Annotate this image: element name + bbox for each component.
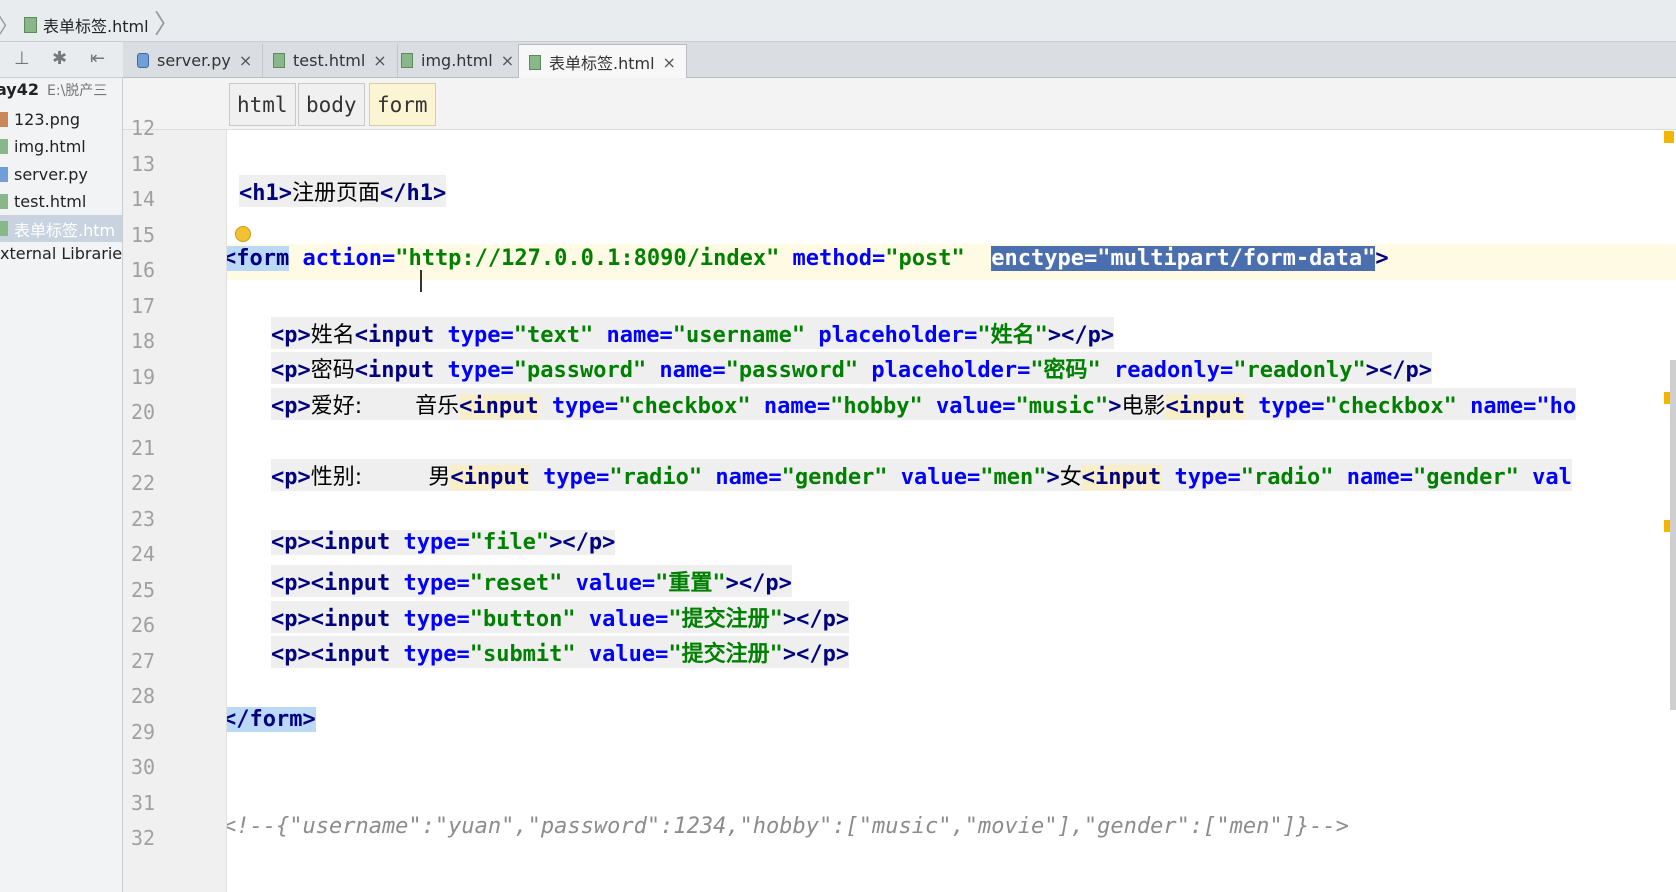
html-file-icon <box>401 53 413 68</box>
python-file-icon <box>0 167 8 182</box>
line-number: 17 <box>131 293 156 318</box>
line-number: 29 <box>131 719 156 744</box>
code-line-29: </form> <box>227 707 316 732</box>
line-number: 27 <box>131 648 156 673</box>
text-cursor <box>420 270 422 292</box>
line-number: 30 <box>131 755 156 779</box>
html-file-icon <box>0 194 8 209</box>
tag-form[interactable]: form <box>369 83 436 126</box>
line-number: 19 <box>131 364 156 389</box>
chevron-right-icon: 〉 <box>0 14 18 38</box>
lightbulb-icon[interactable] <box>235 226 251 242</box>
code-line-20: <p>爱好: 音乐<input type="checkbox" name="ho… <box>271 388 1577 420</box>
close-icon[interactable]: × <box>373 51 386 70</box>
file-item-123-png[interactable]: 123.png <box>0 106 122 133</box>
tab-test-html[interactable]: test.html × <box>263 44 398 77</box>
line-gutter: 12 13 14 15 16 17 18 19 20 21 22 23 24 25 26 27 28 29 30 31… <box>123 116 227 892</box>
tab-label: 表单标签.html <box>549 54 655 73</box>
editor-tabs: server.py × test.html × img.html × 表单标签.… <box>123 42 1676 79</box>
autoscroll-icon[interactable]: ⇤ <box>90 48 105 69</box>
code-line-24: <p><input type="file"></p> <box>271 530 616 555</box>
file-item-form-tags-html[interactable]: 表单标签.htm <box>0 215 122 242</box>
image-file-icon <box>0 112 8 127</box>
close-icon[interactable]: × <box>239 51 252 70</box>
tag-path-bar: html body form <box>123 78 1676 130</box>
code-line-18: <p>姓名<input type="text" name="username" … <box>271 317 1115 349</box>
line-number: 25 <box>131 577 156 602</box>
tab-img-html[interactable]: img.html × <box>391 44 526 77</box>
code-line-22: <p>性别: 男<input type="radio" name="gender… <box>271 459 1572 491</box>
external-libraries[interactable]: xternal Librarie <box>0 244 122 263</box>
file-label: server.py <box>14 165 88 184</box>
code-line-32: <!--{"username":"yuan","password":1234,"… <box>227 814 1349 839</box>
line-number: 20 <box>131 400 156 424</box>
file-label: img.html <box>14 137 86 156</box>
file-item-test-html[interactable]: test.html <box>0 188 122 215</box>
tab-form-tags-html[interactable]: 表单标签.html × <box>518 44 687 79</box>
scrollbar[interactable] <box>1670 360 1676 710</box>
code-line-19: <p>密码<input type="password" name="passwo… <box>271 352 1432 384</box>
project-toolbar: ⊥ ✱ ⇤ <box>0 42 123 78</box>
tag-html[interactable]: html <box>229 83 296 126</box>
breadcrumb-file[interactable]: 表单标签.html <box>43 13 149 37</box>
project-name: ay42 <box>0 80 39 99</box>
line-number: 28 <box>131 684 156 708</box>
python-file-icon <box>137 53 149 68</box>
line-number: 23 <box>131 506 156 531</box>
line-number: 13 <box>131 151 156 176</box>
code-line-27: <p><input type="submit" value="提交注册"></p… <box>271 636 850 668</box>
file-item-img-html[interactable]: img.html <box>0 133 122 160</box>
html-file-icon <box>0 221 8 236</box>
close-icon[interactable]: × <box>663 53 676 72</box>
line-number: 22 <box>131 471 156 495</box>
tab-label: server.py <box>157 51 231 70</box>
html-file-icon <box>24 16 37 33</box>
html-file-icon <box>0 139 8 154</box>
line-number: 21 <box>131 435 156 460</box>
code-editor[interactable]: <h1>注册页面</h1> <form action="http://127.0… <box>227 130 1676 892</box>
code-line-16: <form action="http://127.0.0.1:8090/inde… <box>227 246 1389 271</box>
line-number: 24 <box>131 542 156 566</box>
file-label: 表单标签.htm <box>14 220 116 240</box>
line-number: 31 <box>131 790 156 815</box>
code-line-25: <p><input type="reset" value="重置"></p> <box>271 565 792 597</box>
tab-label: img.html <box>421 51 493 70</box>
html-file-icon <box>529 54 541 70</box>
tab-label: test.html <box>293 51 366 70</box>
breadcrumb[interactable]: 〉 表单标签.html 〉 <box>0 10 180 40</box>
line-number: 18 <box>131 329 156 353</box>
file-label: 123.png <box>14 110 81 129</box>
collapse-icon[interactable]: ⊥ <box>14 48 30 69</box>
line-number: 15 <box>131 222 156 247</box>
line-number: 12 <box>131 116 156 140</box>
line-number: 26 <box>131 613 156 637</box>
line-number: 32 <box>131 826 156 850</box>
file-item-server-py[interactable]: server.py <box>0 161 122 188</box>
line-number: 16 <box>131 258 156 282</box>
chevron-right-icon: 〉 <box>154 10 181 40</box>
settings-icon[interactable]: ✱ <box>52 48 67 69</box>
tab-server-py[interactable]: server.py × <box>127 44 264 77</box>
html-file-icon <box>273 53 285 68</box>
line-number: 14 <box>131 187 156 211</box>
code-line-14: <h1>注册页面</h1> <box>239 175 447 207</box>
project-root[interactable]: ay42 E:\脱产三 <box>0 80 107 100</box>
tag-body[interactable]: body <box>298 83 365 126</box>
warning-marker[interactable] <box>1664 131 1674 143</box>
navigation-bar: 〉 表单标签.html 〉 <box>0 0 1676 42</box>
file-label: test.html <box>14 192 87 211</box>
project-path: E:\脱产三 <box>47 83 108 99</box>
project-sidebar: ay42 E:\脱产三 123.png img.html server.py te… <box>0 78 123 892</box>
code-line-26: <p><input type="button" value="提交注册"></p… <box>271 601 850 633</box>
close-icon[interactable]: × <box>501 51 514 70</box>
